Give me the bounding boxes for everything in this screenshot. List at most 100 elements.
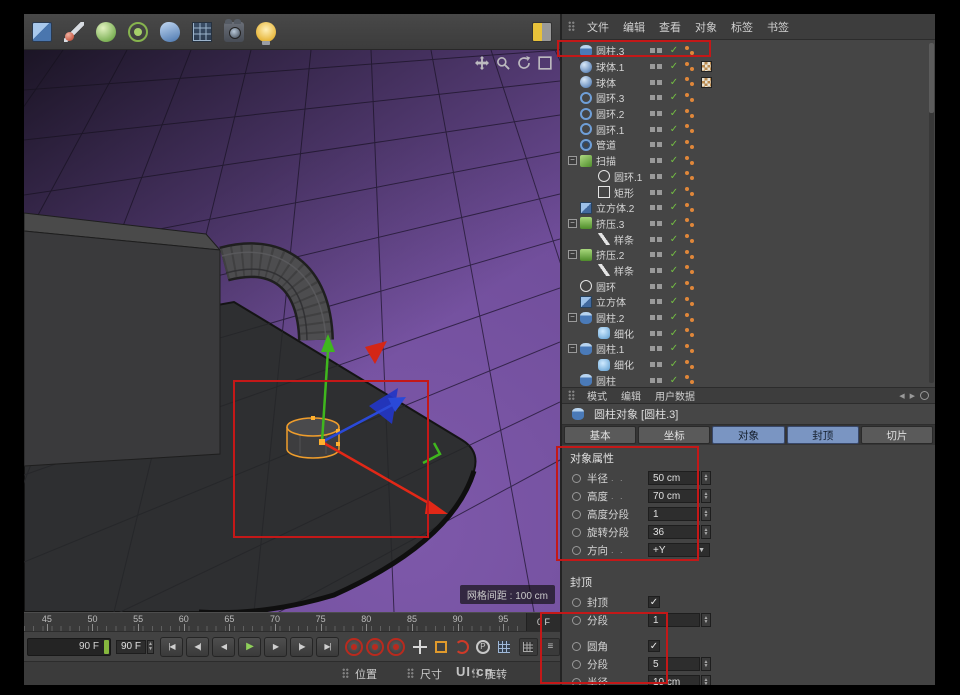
tree-row-5[interactable]: 圆环.1✓ xyxy=(562,121,935,137)
spinner-icon[interactable]: ▲▼ xyxy=(701,613,711,627)
current-frame-field[interactable]: 0 F xyxy=(526,613,560,631)
tree-row-8[interactable]: 圆环.1✓ xyxy=(562,169,935,185)
record-keyframe-button[interactable] xyxy=(345,638,363,656)
texture-tag-icon[interactable] xyxy=(701,61,712,72)
rotate-view-icon[interactable] xyxy=(517,56,531,70)
visibility-toggles-icon[interactable] xyxy=(650,64,663,69)
visibility-toggles-icon[interactable] xyxy=(650,378,663,383)
spinner-icon[interactable]: ▲▼ xyxy=(701,489,711,503)
collapse-icon[interactable]: − xyxy=(568,250,577,259)
record-circle-icon[interactable] xyxy=(572,660,581,669)
visibility-toggles-icon[interactable] xyxy=(650,127,663,132)
visibility-toggles-icon[interactable] xyxy=(650,315,663,320)
visibility-toggles-icon[interactable] xyxy=(650,142,663,147)
tree-row-20[interactable]: 细化✓ xyxy=(562,357,935,373)
tree-row-0[interactable]: 圆柱.3✓ xyxy=(562,43,935,59)
layout-switch-button[interactable] xyxy=(528,18,556,46)
visibility-toggles-icon[interactable] xyxy=(650,158,663,163)
enabled-check-icon[interactable]: ✓ xyxy=(668,124,680,135)
tab-0[interactable]: 基本 xyxy=(564,426,636,444)
enabled-check-icon[interactable]: ✓ xyxy=(668,328,680,339)
record-scale-button[interactable] xyxy=(435,641,447,653)
collapse-icon[interactable]: − xyxy=(568,219,577,228)
texture-tag-icon[interactable] xyxy=(701,77,712,88)
tree-row-9[interactable]: 矩形✓ xyxy=(562,184,935,200)
mode-menu-2[interactable]: 用户数据 xyxy=(649,386,701,405)
om-menu-5[interactable]: 书签 xyxy=(761,17,795,37)
enabled-check-icon[interactable]: ✓ xyxy=(668,108,680,119)
caps-field-3[interactable]: 5 xyxy=(648,657,700,671)
panel-grip-icon[interactable] xyxy=(568,390,575,401)
om-menu-4[interactable]: 标签 xyxy=(725,17,759,37)
light-tool-button[interactable] xyxy=(252,18,280,46)
mode-menu-0[interactable]: 模式 xyxy=(581,386,613,405)
record-point-level-button[interactable] xyxy=(498,641,510,653)
visibility-toggles-icon[interactable] xyxy=(650,331,663,336)
visibility-toggles-icon[interactable] xyxy=(650,190,663,195)
record-parameter-button[interactable] xyxy=(476,640,490,654)
goto-end-button[interactable]: ▶| xyxy=(316,637,339,657)
visibility-toggles-icon[interactable] xyxy=(650,221,663,226)
tree-row-3[interactable]: 圆环.3✓ xyxy=(562,90,935,106)
visibility-toggles-icon[interactable] xyxy=(650,284,663,289)
om-menu-1[interactable]: 编辑 xyxy=(617,17,651,37)
tree-row-10[interactable]: 立方体.2✓ xyxy=(562,200,935,216)
tab-4[interactable]: 切片 xyxy=(861,426,933,444)
record-circle-icon[interactable] xyxy=(572,616,581,625)
enabled-check-icon[interactable]: ✓ xyxy=(668,155,680,166)
enabled-check-icon[interactable]: ✓ xyxy=(668,234,680,245)
enabled-check-icon[interactable]: ✓ xyxy=(668,92,680,103)
timeline-ruler[interactable]: 4550556065707580859095 0 F xyxy=(24,612,560,631)
tab-1[interactable]: 坐标 xyxy=(638,426,710,444)
record-circle-icon[interactable] xyxy=(572,474,581,483)
end-frame-spinner[interactable]: ▲▼ xyxy=(147,640,154,654)
visibility-toggles-icon[interactable] xyxy=(650,205,663,210)
panel-grip-icon[interactable] xyxy=(568,21,575,32)
tab-3[interactable]: 封顶 xyxy=(787,426,859,444)
enabled-check-icon[interactable]: ✓ xyxy=(668,249,680,260)
timeline-grid-button[interactable] xyxy=(519,638,538,656)
tree-row-17[interactable]: −圆柱.2✓ xyxy=(562,310,935,326)
play-button[interactable]: ▶ xyxy=(238,637,261,657)
tree-row-4[interactable]: 圆环.2✓ xyxy=(562,106,935,122)
next-key-button[interactable]: |▶ xyxy=(290,637,313,657)
enabled-check-icon[interactable]: ✓ xyxy=(668,375,680,386)
tree-row-13[interactable]: −挤压.2✓ xyxy=(562,247,935,263)
record-circle-icon[interactable] xyxy=(572,546,581,555)
tree-row-16[interactable]: 立方体✓ xyxy=(562,294,935,310)
tree-row-6[interactable]: 管道✓ xyxy=(562,137,935,153)
collapse-icon[interactable]: − xyxy=(568,313,577,322)
visibility-toggles-icon[interactable] xyxy=(650,252,663,257)
tree-row-11[interactable]: −挤压.3✓ xyxy=(562,216,935,232)
tree-row-15[interactable]: 圆环✓ xyxy=(562,278,935,294)
array-tool-button[interactable] xyxy=(188,18,216,46)
maximize-view-icon[interactable] xyxy=(538,56,552,70)
spinner-icon[interactable]: ▲▼ xyxy=(701,525,711,539)
range-handle[interactable] xyxy=(104,640,109,654)
enabled-check-icon[interactable]: ✓ xyxy=(668,359,680,370)
goto-start-button[interactable]: |◀ xyxy=(160,637,183,657)
visibility-toggles-icon[interactable] xyxy=(650,174,663,179)
record-circle-icon[interactable] xyxy=(572,510,581,519)
visibility-toggles-icon[interactable] xyxy=(650,95,663,100)
record-circle-icon[interactable] xyxy=(572,598,581,607)
mode-menu-1[interactable]: 编辑 xyxy=(615,386,647,405)
tree-row-18[interactable]: 细化✓ xyxy=(562,325,935,341)
tree-row-12[interactable]: 样条✓ xyxy=(562,231,935,247)
visibility-toggles-icon[interactable] xyxy=(650,237,663,242)
enabled-check-icon[interactable]: ✓ xyxy=(668,281,680,292)
prev-frame-button[interactable]: ◀ xyxy=(212,637,235,657)
object-field-0[interactable]: 50 cm xyxy=(648,471,700,485)
object-field-1[interactable]: 70 cm xyxy=(648,489,700,503)
volume-tool-button[interactable] xyxy=(156,18,184,46)
spinner-icon[interactable]: ▲▼ xyxy=(701,675,711,685)
record-position-button[interactable] xyxy=(411,638,429,656)
enabled-check-icon[interactable]: ✓ xyxy=(668,265,680,276)
om-menu-0[interactable]: 文件 xyxy=(581,17,615,37)
caps-field-4[interactable]: 10 cm xyxy=(648,675,700,685)
zoom-view-icon[interactable] xyxy=(496,56,510,70)
history-forward-icon[interactable]: ▶ xyxy=(910,392,915,400)
om-menu-2[interactable]: 查看 xyxy=(653,17,687,37)
tree-row-7[interactable]: −扫描✓ xyxy=(562,153,935,169)
visibility-toggles-icon[interactable] xyxy=(650,48,663,53)
